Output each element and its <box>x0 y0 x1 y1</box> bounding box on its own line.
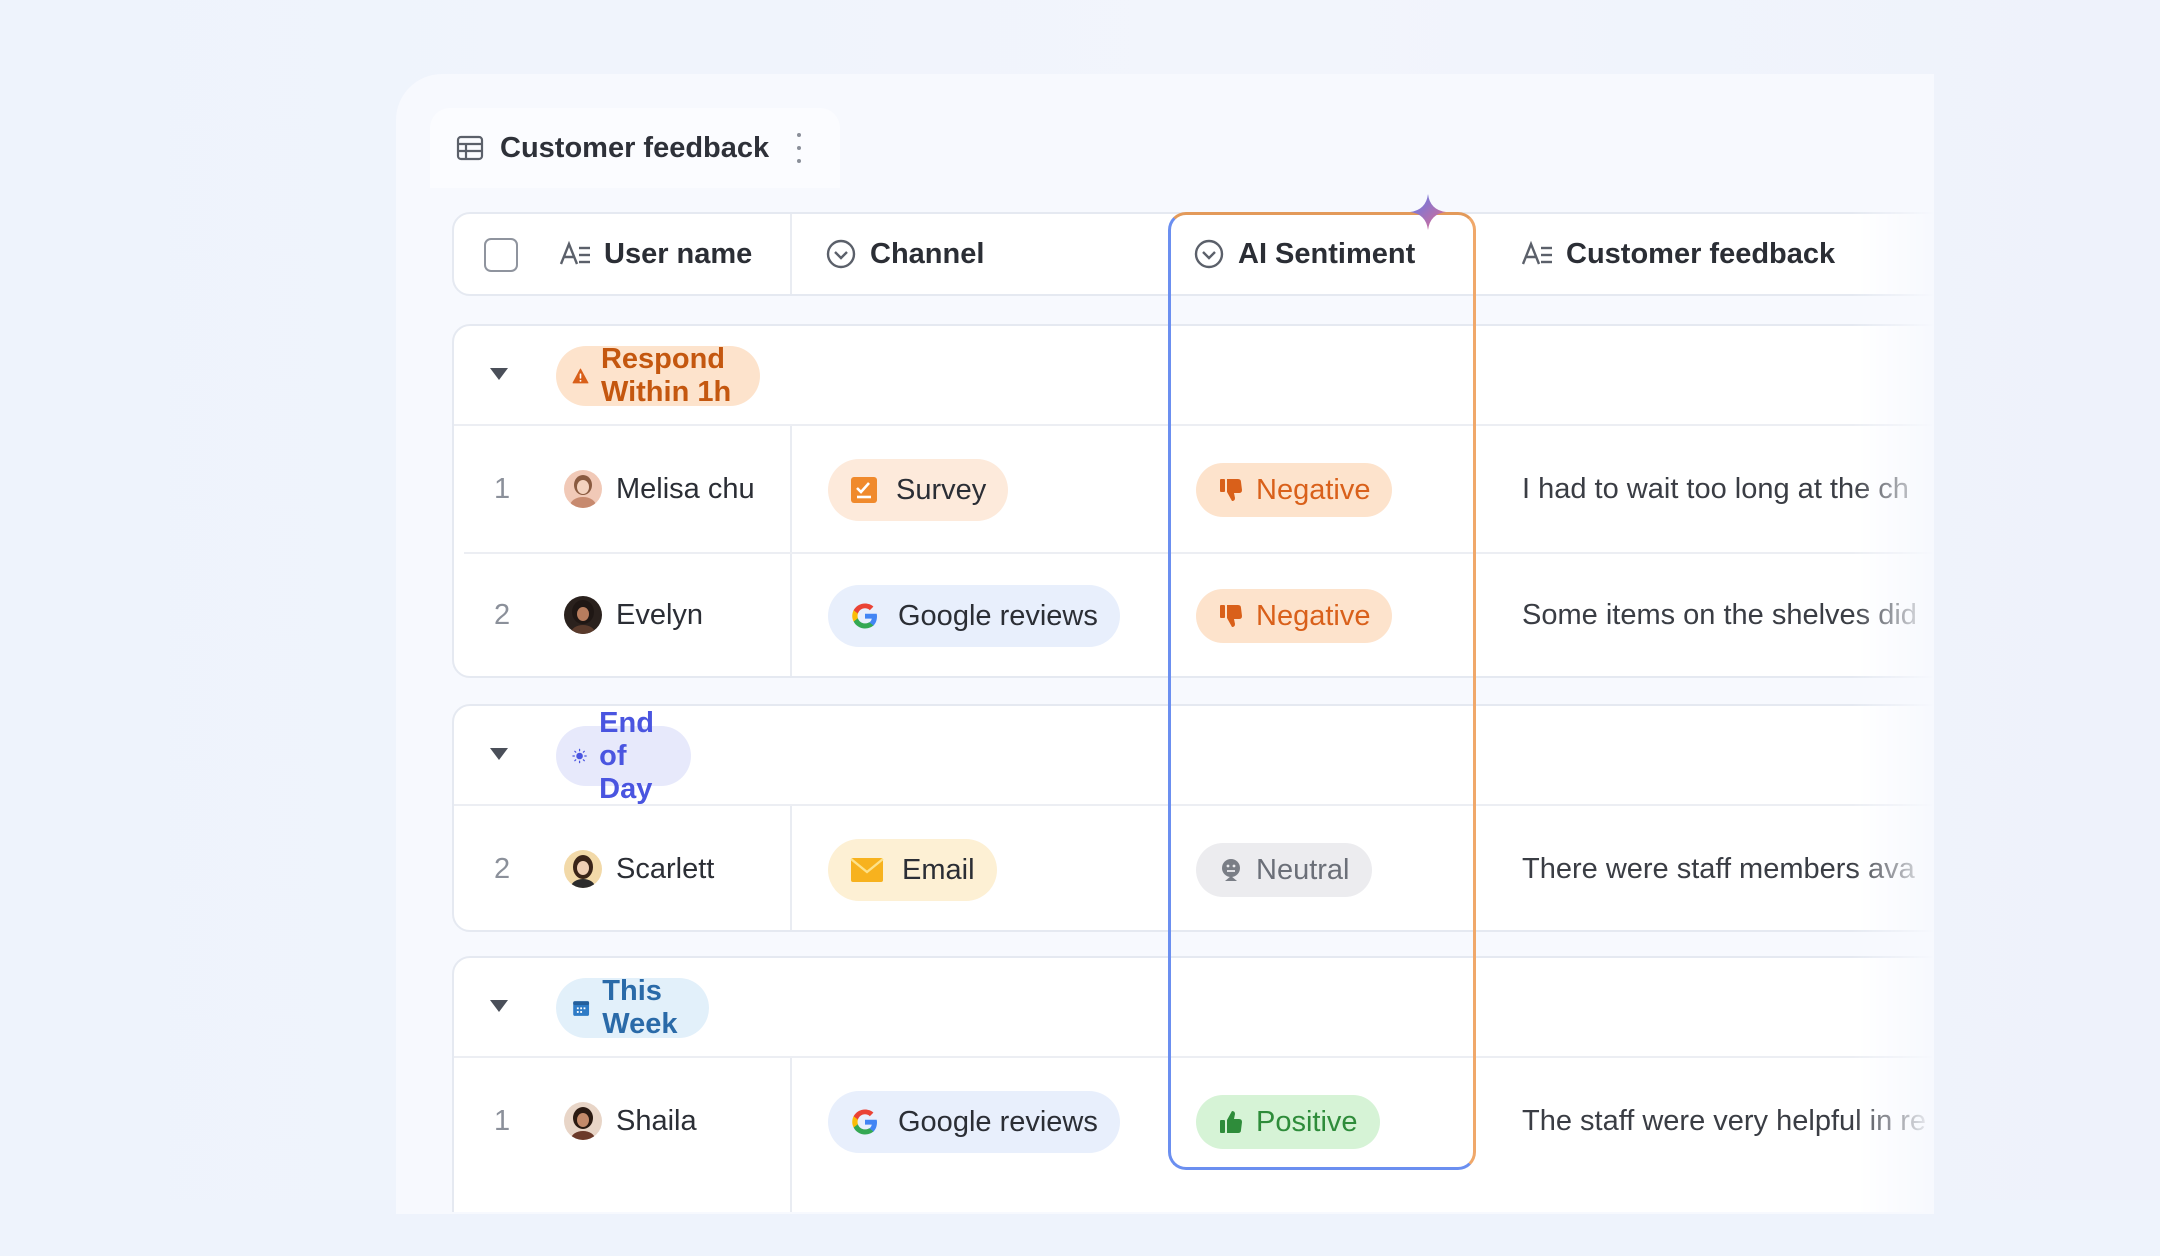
user-name: Scarlett <box>616 852 715 885</box>
calendar-icon <box>573 1001 590 1016</box>
channel-label: Email <box>902 853 975 886</box>
user-cell: Scarlett <box>564 806 714 932</box>
feedback-text: The staff were very helpful in re <box>1522 1104 1927 1137</box>
column-header-label: Customer feedback <box>1566 237 1836 270</box>
user-cell: Shaila <box>564 1058 697 1184</box>
sentiment-pill[interactable]: Positive <box>1196 1095 1380 1149</box>
envelope-icon <box>850 858 884 882</box>
channel-label: Survey <box>896 473 987 506</box>
more-options-icon[interactable] <box>795 133 803 163</box>
table: User name Channel AI Sentiment Customer … <box>452 212 2052 1256</box>
row-number: 1 <box>494 1104 511 1137</box>
table-row[interactable]: 1 Melisa chu Survey Negative I had to wa… <box>454 426 2054 552</box>
sentiment-label: Positive <box>1256 1105 1358 1138</box>
table-header: User name Channel AI Sentiment Customer … <box>452 212 2052 296</box>
thumbs-down-icon <box>1220 479 1242 501</box>
group-this-week: This Week 1 Shaila Google reviews Positi… <box>452 956 2052 1256</box>
google-icon <box>852 1109 877 1135</box>
feedback-text: I had to wait too long at the ch <box>1522 472 1909 505</box>
group-label-pill[interactable]: This Week <box>556 975 710 1040</box>
sentiment-label: Neutral <box>1256 853 1350 886</box>
column-header-user-name[interactable]: User name <box>558 214 752 294</box>
thumbs-up-icon <box>1220 1111 1242 1133</box>
google-icon <box>852 603 877 629</box>
channel-pill[interactable]: Google reviews <box>828 1091 1120 1153</box>
column-header-channel[interactable]: Channel <box>824 214 984 294</box>
text-field-icon <box>559 240 590 265</box>
column-header-label: User name <box>604 237 753 270</box>
channel-pill[interactable]: Survey <box>828 459 1009 521</box>
tab-title: Customer feedback <box>500 131 770 164</box>
sentiment-label: Negative <box>1256 599 1371 632</box>
collapse-caret-icon[interactable] <box>490 368 508 380</box>
group-label-pill[interactable]: Respond Within 1h <box>556 343 761 408</box>
row-number: 1 <box>494 472 511 505</box>
single-select-icon <box>826 239 856 269</box>
sentiment-pill[interactable]: Neutral <box>1196 843 1372 897</box>
table-tab[interactable]: Customer feedback <box>430 108 840 188</box>
select-all-checkbox[interactable] <box>484 238 518 272</box>
group-respond-within-1h: Respond Within 1h 1 Melisa chu Survey Ne… <box>452 324 2052 678</box>
table-row[interactable]: 1 Shaila Google reviews Positive The sta… <box>454 1058 2054 1184</box>
warning-icon <box>572 368 589 384</box>
feedback-text: There were staff members ava <box>1522 852 1915 885</box>
channel-pill[interactable]: Google reviews <box>828 585 1120 647</box>
group-label: Respond Within 1h <box>600 343 732 408</box>
user-cell: Melisa chu <box>564 426 755 552</box>
neutral-face-icon <box>1222 859 1240 881</box>
group-label: End of Day <box>599 706 654 805</box>
ai-sparkle-icon <box>1410 194 1446 230</box>
sun-icon <box>572 748 587 764</box>
collapse-caret-icon[interactable] <box>490 1000 508 1012</box>
channel-label: Google reviews <box>898 1105 1098 1138</box>
column-header-label: AI Sentiment <box>1238 237 1416 270</box>
survey-icon <box>851 477 877 503</box>
user-cell: Evelyn <box>564 552 703 678</box>
row-number: 2 <box>494 598 511 631</box>
column-header-label: Channel <box>870 237 985 270</box>
avatar <box>564 470 602 508</box>
sentiment-pill[interactable]: Negative <box>1196 463 1393 517</box>
table-icon <box>456 135 484 161</box>
group-label: This Week <box>602 975 678 1040</box>
avatar <box>564 850 602 888</box>
user-name: Melisa chu <box>616 472 755 505</box>
column-header-ai-sentiment[interactable]: AI Sentiment <box>1192 214 1415 294</box>
feedback-text: Some items on the shelves did <box>1522 598 1917 631</box>
sentiment-label: Negative <box>1256 473 1371 506</box>
avatar <box>564 596 602 634</box>
channel-label: Google reviews <box>898 599 1098 632</box>
text-field-icon <box>1521 240 1552 265</box>
group-end-of-day: End of Day 2 Scarlett Email Neutral Ther… <box>452 704 2052 932</box>
single-select-icon <box>1194 239 1224 269</box>
user-name: Evelyn <box>616 598 704 631</box>
table-row[interactable]: 2 Evelyn Google reviews Negative Some it… <box>454 552 2054 678</box>
thumbs-down-icon <box>1220 605 1242 627</box>
channel-pill[interactable]: Email <box>828 839 997 901</box>
avatar <box>564 1102 602 1140</box>
group-label-pill[interactable]: End of Day <box>556 707 691 805</box>
user-name: Shaila <box>616 1104 697 1137</box>
row-number: 2 <box>494 852 511 885</box>
sentiment-pill[interactable]: Negative <box>1196 589 1393 643</box>
column-header-customer-feedback[interactable]: Customer feedback <box>1520 214 1835 294</box>
table-row[interactable]: 2 Scarlett Email Neutral There were staf… <box>454 806 2054 932</box>
collapse-caret-icon[interactable] <box>490 748 508 760</box>
